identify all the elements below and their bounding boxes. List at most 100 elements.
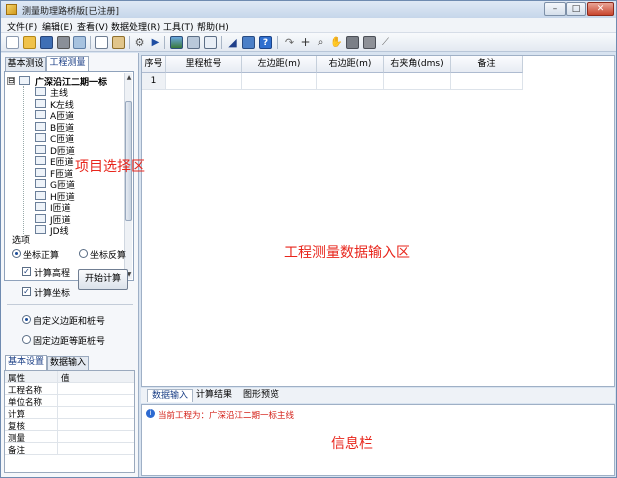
calculator-icon[interactable] (187, 36, 200, 49)
tree-item[interactable]: JD线 (50, 224, 69, 237)
route-node-icon (35, 179, 46, 188)
tab-basic-setout[interactable]: 基本测设 (5, 57, 46, 71)
route-node-icon (35, 191, 46, 200)
copy-icon[interactable] (95, 36, 108, 49)
property-row[interactable]: 计算 (5, 407, 134, 420)
tab-bottom-data-input[interactable]: 数据输入 (147, 389, 194, 402)
app-logo-icon (6, 4, 17, 15)
route-node-icon (35, 122, 46, 131)
app-window: 测量助理路桥版[已注册] – □ ✕ 文件(F) 编辑(E) 查看(V) 数据处… (0, 0, 617, 478)
column-header[interactable]: 序号 (142, 56, 166, 73)
tab-graphic-preview[interactable]: 图形预览 (239, 389, 283, 402)
scroll-up-icon[interactable]: ▲ (125, 73, 133, 82)
calc-coords-label: 计算坐标 (34, 289, 71, 299)
column-header[interactable]: 备注 (451, 56, 523, 73)
title-bar: 测量助理路桥版[已注册] – □ ✕ (1, 1, 616, 18)
close-button[interactable]: ✕ (587, 2, 614, 16)
edit-icon[interactable] (204, 36, 217, 49)
collapse-icon[interactable]: ⊟ (7, 77, 15, 85)
route-node-icon (35, 145, 46, 154)
route-node-icon (35, 133, 46, 142)
property-row[interactable]: 工程名称 (5, 383, 134, 396)
minimize-button[interactable]: – (544, 2, 566, 16)
column-header[interactable]: 左边距(m) (242, 56, 317, 73)
menu-help[interactable]: 帮助(H) (197, 20, 229, 33)
left-panel: 基本测设 工程测量 ⊟ 广深沿江二期一标 主线 K左线 A匝道 B匝道 C匝道 … (1, 53, 139, 477)
property-grid: 属性 值 工程名称 单位名称 计算 复核 测量 备注 (4, 370, 135, 473)
route-node-icon (35, 110, 46, 119)
help-icon[interactable]: ? (259, 36, 272, 49)
fixed-offset-radio[interactable] (22, 335, 31, 344)
calc-elevation-label: 计算高程 (34, 269, 71, 279)
options-label: 选项 (12, 236, 31, 246)
open-folder-icon[interactable] (23, 36, 36, 49)
rect-icon[interactable] (363, 36, 376, 49)
bottom-tab-strip: 数据输入 计算结果 图形预览 (141, 388, 615, 403)
column-header[interactable]: 右边距(m) (317, 56, 384, 73)
grid-cell[interactable] (451, 73, 523, 90)
calc-elevation-checkbox[interactable]: ✓ (22, 267, 31, 276)
route-node-icon (35, 225, 46, 234)
project-node-icon (19, 76, 30, 85)
grid-cell[interactable] (166, 73, 242, 90)
menu-edit[interactable]: 编辑(E) (42, 20, 73, 33)
property-row[interactable]: 复核 (5, 419, 134, 432)
route-node-icon (35, 156, 46, 165)
print-icon[interactable] (57, 36, 70, 49)
inverse-calc-radio[interactable] (79, 249, 88, 258)
property-row[interactable]: 备注 (5, 443, 134, 456)
survey-data-grid[interactable]: 序号 里程桩号 左边距(m) 右边距(m) 右夹角(dms) 备注 1 (141, 55, 615, 387)
tab-data-input[interactable]: 数据输入 (47, 356, 89, 370)
grid-cell[interactable] (242, 73, 317, 90)
property-header: 属性 值 (5, 371, 134, 384)
window-title: 测量助理路桥版[已注册] (22, 7, 120, 17)
annotation-info-bar: 信息栏 (331, 436, 373, 452)
fill-icon[interactable] (346, 36, 359, 49)
print-preview-icon[interactable] (73, 36, 86, 49)
custom-offset-radio[interactable] (22, 315, 31, 324)
tab-calc-results[interactable]: 计算结果 (192, 389, 236, 402)
network-icon[interactable] (242, 36, 255, 49)
flag-icon[interactable]: ◢ (226, 36, 239, 49)
tab-engineering-survey[interactable]: 工程测量 (46, 56, 89, 71)
info-icon: i (146, 409, 155, 418)
forward-calc-radio[interactable] (12, 249, 21, 258)
fixed-offset-label: 固定边距等距桩号 (33, 337, 106, 347)
settings-gear-icon[interactable]: ⚙ (133, 36, 146, 49)
image-icon[interactable] (170, 36, 183, 49)
maximize-button[interactable]: □ (566, 2, 586, 16)
tab-basic-settings[interactable]: 基本设置 (5, 355, 47, 370)
start-calc-button[interactable]: 开始计算 (78, 269, 128, 290)
row-number-cell[interactable]: 1 (142, 73, 166, 90)
annotation-project-select: 项目选择区 (75, 159, 145, 175)
new-file-icon[interactable] (6, 36, 19, 49)
menu-data-processing[interactable]: 数据处理(R) (111, 20, 160, 33)
paste-icon[interactable] (112, 36, 125, 49)
column-header[interactable]: 里程桩号 (166, 56, 242, 73)
route-node-icon (35, 214, 46, 223)
info-bar: i 当前工程为：广深沿江二期一标主线 (141, 404, 615, 476)
crosshair-icon[interactable]: + (299, 36, 312, 49)
info-message: 当前工程为：广深沿江二期一标主线 (158, 411, 295, 421)
annotation-data-input: 工程测量数据输入区 (284, 245, 410, 261)
calc-coords-checkbox[interactable]: ✓ (22, 287, 31, 296)
column-header[interactable]: 右夹角(dms) (384, 56, 451, 73)
zoom-icon[interactable]: ⌕ (314, 36, 327, 49)
custom-offset-label: 自定义边距和桩号 (33, 317, 106, 327)
run-play-icon[interactable]: ▶ (149, 36, 162, 49)
property-row[interactable]: 单位名称 (5, 395, 134, 408)
menu-view[interactable]: 查看(V) (77, 20, 108, 33)
measure-icon[interactable]: ⟋ (379, 36, 392, 49)
save-icon[interactable] (40, 36, 53, 49)
property-header-value: 值 (57, 371, 134, 384)
line-icon[interactable]: ↷ (283, 36, 296, 49)
property-row[interactable]: 测量 (5, 431, 134, 444)
route-node-icon (35, 99, 46, 108)
forward-calc-label: 坐标正算 (23, 251, 60, 261)
pan-hand-icon[interactable]: ✋ (330, 36, 343, 49)
menu-file[interactable]: 文件(F) (7, 20, 37, 33)
menu-tools[interactable]: 工具(T) (163, 20, 194, 33)
grid-cell[interactable] (317, 73, 384, 90)
grid-cell[interactable] (384, 73, 451, 90)
route-node-icon (35, 87, 46, 96)
